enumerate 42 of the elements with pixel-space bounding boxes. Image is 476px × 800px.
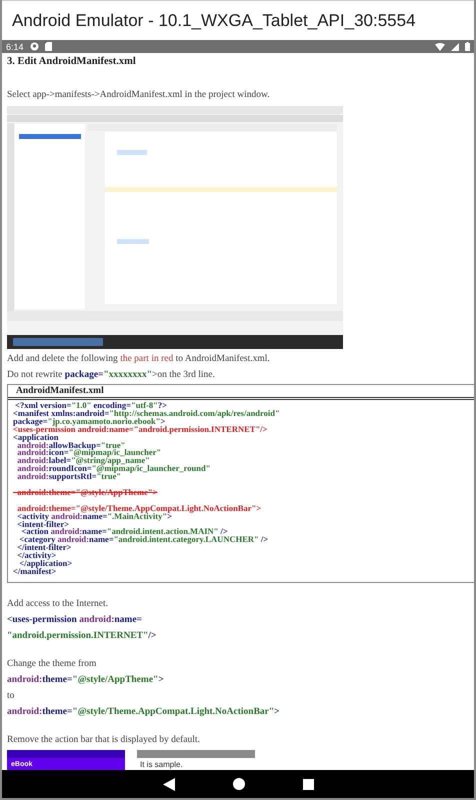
body-text: Remove the action bar that is displayed by default. bbox=[7, 734, 201, 747]
signal-icon bbox=[451, 42, 459, 50]
code-line: <intent-filter> bbox=[16, 520, 69, 528]
code-line: <activity android:name=".MainActivity"> bbox=[16, 512, 172, 521]
code-line: <?xml version="1.0" encoding="utf-8"?> bbox=[14, 402, 168, 410]
code-line: <application bbox=[13, 434, 58, 442]
code-snippet: "android.permission.INTERNET"/> bbox=[7, 630, 158, 643]
code-line: package="jp.co.yamamoto.norio.ebook"> bbox=[13, 418, 166, 426]
code-line: android:supportsRtl="true" bbox=[16, 473, 122, 482]
code-snippet: <uses-permission android:name= bbox=[7, 614, 143, 627]
battery-icon bbox=[465, 42, 470, 51]
code-snippet: android:theme="@style/AppTheme"> bbox=[7, 674, 165, 687]
code-line: android:roundIcon="@mipmap/ic_launcher_round" bbox=[16, 465, 212, 474]
screen-text: It is sample. bbox=[139, 758, 184, 770]
code-line: <category android:name="android.intent.category.LAUNCHER" /> bbox=[19, 536, 270, 544]
body-text: Add access to the Internet. bbox=[7, 598, 110, 611]
code-line: </application> bbox=[19, 560, 74, 568]
clock: 6:14 bbox=[6, 42, 24, 52]
recent-apps-button[interactable] bbox=[302, 778, 314, 790]
code-line: android:label="@string/app_name" bbox=[16, 457, 150, 466]
code-line: <uses-permission android:name="android.permission.INTERNET"/> bbox=[13, 426, 268, 434]
code-line: <manifest xmlns:android="http://schemas.android.com/apk/res/android" bbox=[13, 410, 281, 418]
body-text: to bbox=[7, 690, 16, 703]
code-snippet: android:theme="@style/Theme.AppCompat.Light.NoActionBar"> bbox=[7, 706, 281, 719]
code-line: <action android:name="android.intent.action.MAIN" /> bbox=[22, 528, 228, 536]
code-line: </manifest> bbox=[13, 568, 56, 576]
code-line: </intent-filter> bbox=[16, 544, 72, 552]
code-line: </activity> bbox=[16, 552, 56, 560]
sd-card-icon bbox=[44, 42, 52, 51]
code-line: android:theme="@style/Theme.AppCompat.Light.NoActionBar"> bbox=[16, 504, 262, 513]
wifi-icon bbox=[435, 42, 445, 50]
code-box-title: AndroidManifest.xml bbox=[8, 385, 474, 400]
intro-text: Select app->manifests->AndroidManifest.xml in the project window. bbox=[7, 89, 271, 102]
code-line: android:allowBackup="true" bbox=[17, 442, 126, 450]
note-text: Do not rewrite package="xxxxxxxx">on the 3rd line. bbox=[7, 369, 216, 382]
back-button[interactable] bbox=[162, 778, 174, 790]
code-line: android:theme="@style/AppTheme"> bbox=[16, 488, 158, 497]
instruction-text: Add and delete the following the part in red to AndroidManifest.xml. bbox=[7, 353, 271, 366]
section-heading: 3. Edit AndroidManifest.xml bbox=[7, 56, 137, 67]
code-line: android:icon="@mipmap/ic_launcher" bbox=[16, 449, 162, 458]
body-text: Change the theme from bbox=[7, 658, 98, 671]
home-button[interactable] bbox=[232, 778, 244, 790]
